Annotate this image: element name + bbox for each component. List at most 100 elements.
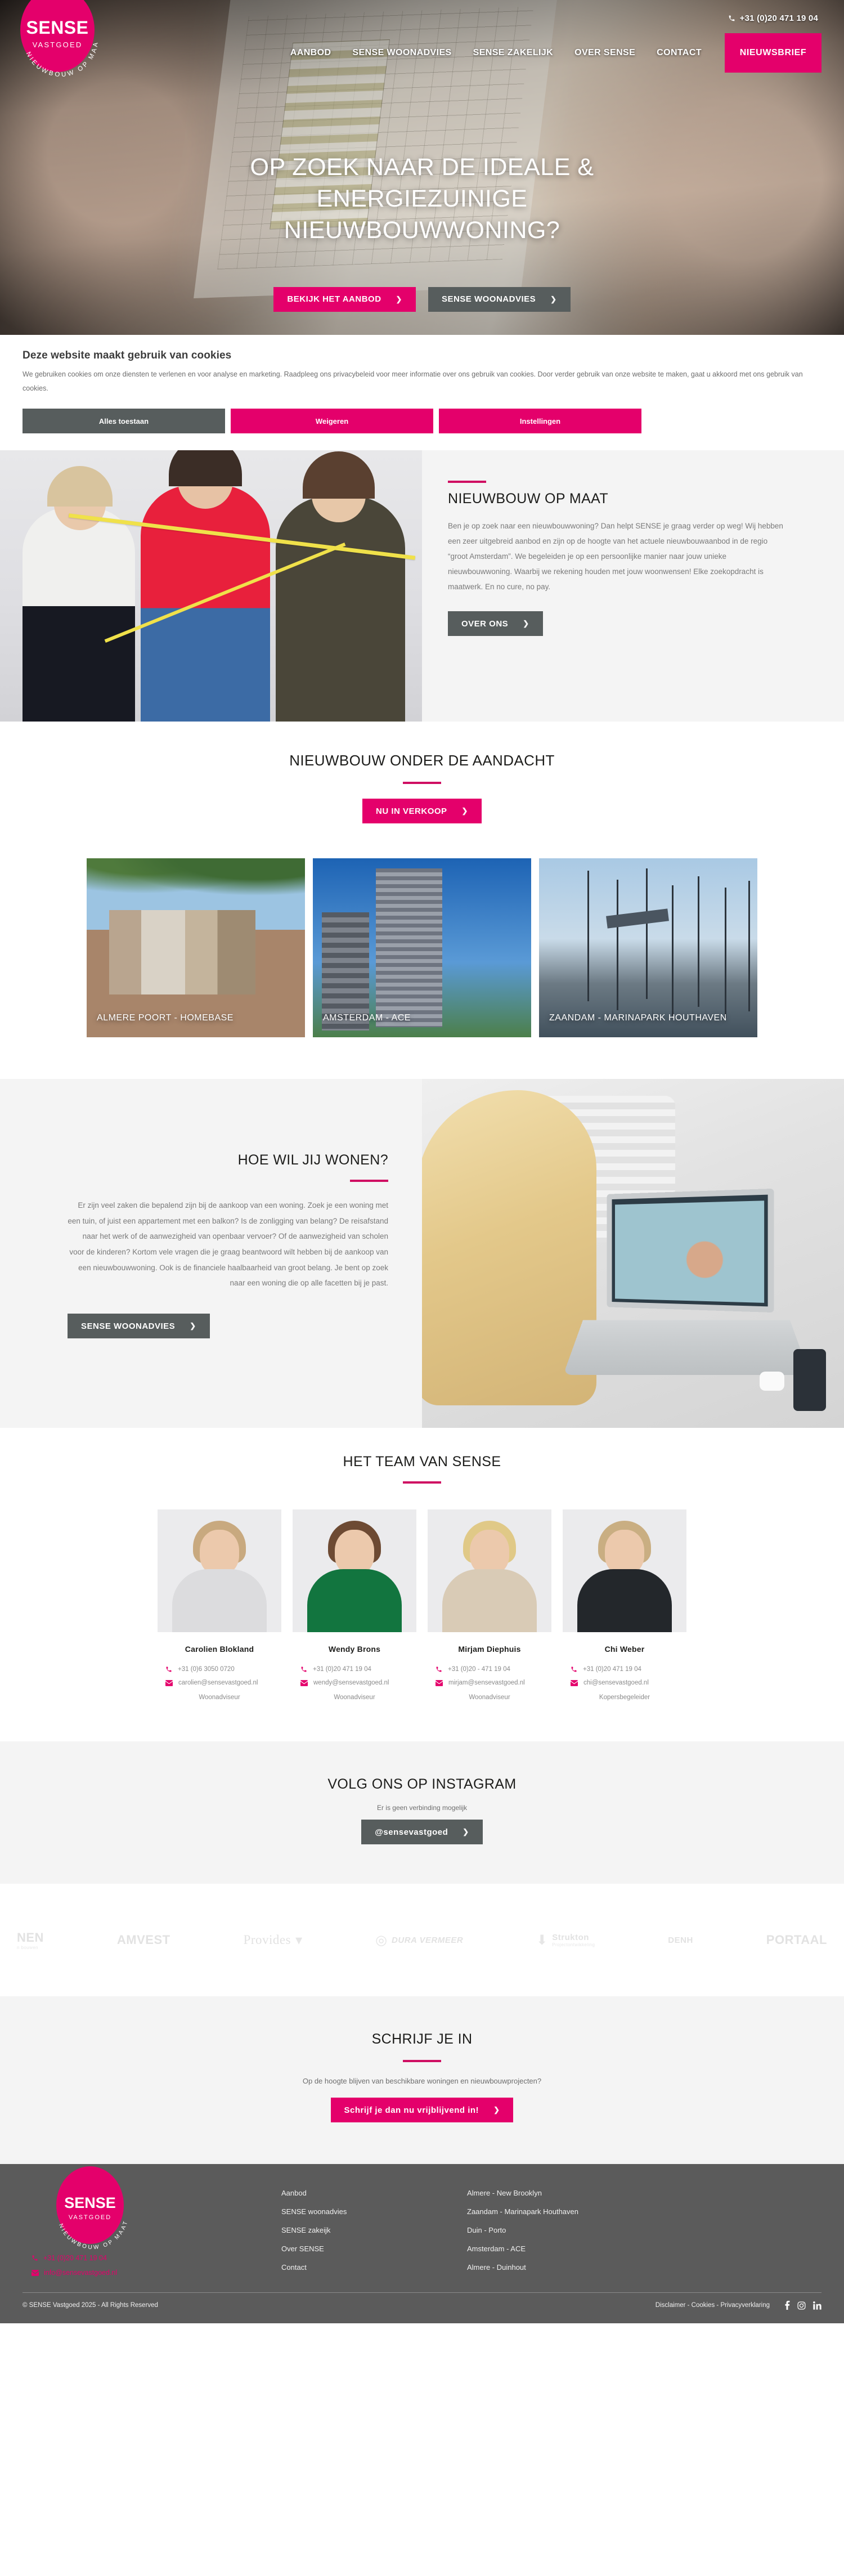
nu-in-verkoop-button[interactable]: NU IN VERKOOP ❯ xyxy=(362,799,482,823)
team-member-email-text: wendy@sensevastgoed.nl xyxy=(313,1679,389,1686)
footer-link-sense-zakelijk[interactable]: SENSE zakeijk xyxy=(281,2226,467,2234)
team-member-role: Woonadviseur xyxy=(469,1694,510,1701)
footer-legal: Disclaimer - Cookies - Privacyverklaring xyxy=(656,2301,821,2310)
footer-link-over-sense[interactable]: Over SENSE xyxy=(281,2245,467,2253)
wonen-woonadvies-button[interactable]: SENSE WOONADVIES ❯ xyxy=(68,1314,210,1339)
team-member-phone[interactable]: +31 (0)20 - 471 19 04 xyxy=(428,1666,551,1673)
linkedin-icon[interactable] xyxy=(813,2301,821,2310)
about-photo xyxy=(0,450,422,722)
team-member-phone[interactable]: +31 (0)20 471 19 04 xyxy=(563,1666,686,1673)
partner-logo-nen: NEN n bouwen xyxy=(17,1930,44,1950)
cookie-actions: Alles toestaan Weigeren Instellingen xyxy=(23,409,821,433)
footer-bottom-bar: © SENSE Vastgoed 2025 - All Rights Reser… xyxy=(0,2293,844,2323)
hero-bekijk-aanbod-button[interactable]: BEKIJK HET AANBOD ❯ xyxy=(273,286,416,312)
nav-item-over-sense[interactable]: OVER SENSE xyxy=(564,48,646,58)
team-member-phone[interactable]: +31 (0)6 3050 0720 xyxy=(158,1666,281,1673)
footer-project-duin-porto[interactable]: Duin - Porto xyxy=(467,2226,653,2234)
accent-rule xyxy=(403,1481,441,1484)
newsletter-button[interactable]: NIEUWSBRIEF xyxy=(725,33,821,73)
team-member-email[interactable]: wendy@sensevastgoed.nl xyxy=(293,1679,416,1686)
footer-project-amsterdam-ace[interactable]: Amsterdam - ACE xyxy=(467,2245,653,2253)
about-section: NIEUWBOUW OP MAAT Ben je op zoek naar ee… xyxy=(0,450,844,722)
partner-logo-strukton: ⬇ Strukton Projectontwikkeling xyxy=(536,1932,595,1948)
phone-icon xyxy=(300,1666,307,1673)
team-grid: Carolien Blokland +31 (0)6 3050 0720 car… xyxy=(0,1509,844,1701)
hero-woonadvies-button[interactable]: SENSE WOONADVIES ❯ xyxy=(428,286,571,312)
partner-name: DENH xyxy=(668,1935,693,1945)
about-person-2 xyxy=(141,450,270,722)
hero-title-line-3: NIEUWBOUWWONING? xyxy=(284,216,560,244)
team-member-role: Woonadviseur xyxy=(334,1694,375,1701)
partner-name: Provides xyxy=(243,1933,291,1947)
about-text: NIEUWBOUW OP MAAT Ben je op zoek naar ee… xyxy=(422,450,844,722)
team-member-phone[interactable]: +31 (0)20 471 19 04 xyxy=(293,1666,416,1673)
footer-copyright: © SENSE Vastgoed 2025 - All Rights Reser… xyxy=(23,2302,158,2309)
smartphone xyxy=(793,1349,826,1411)
instagram-handle-button[interactable]: @sensevastgoed ❯ xyxy=(361,1820,483,1844)
chevron-right-icon: ❯ xyxy=(493,2105,500,2114)
about-over-ons-button[interactable]: OVER ONS ❯ xyxy=(448,611,543,636)
instagram-icon[interactable] xyxy=(797,2301,806,2310)
partner-tagline: Projectontwikkeling xyxy=(552,1942,595,1947)
header-phone-link[interactable]: +31 (0)20 471 19 04 xyxy=(728,14,818,23)
chevron-right-icon: ❯ xyxy=(550,294,557,303)
cookie-settings-button[interactable]: Instellingen xyxy=(439,409,641,433)
avatar-head xyxy=(335,1530,374,1575)
team-member-email[interactable]: mirjam@sensevastgoed.nl xyxy=(428,1679,551,1686)
wave-icon: ◎ xyxy=(375,1932,388,1948)
cookie-description: We gebruiken cookies om onze diensten te… xyxy=(23,370,803,393)
project-card-zaandam-marinapark[interactable]: ZAANDAM - MARINAPARK HOUTHAVEN xyxy=(539,858,757,1037)
svg-text:NIEUWBOUW OP MAAT: NIEUWBOUW OP MAAT xyxy=(17,0,100,78)
wonen-button-label: SENSE WOONADVIES xyxy=(81,1321,176,1331)
footer-project-almere-new-brooklyn[interactable]: Almere - New Brooklyn xyxy=(467,2189,653,2197)
project-card-amsterdam-ace[interactable]: AMSTERDAM - ACE xyxy=(313,858,531,1037)
partner-name: AMVEST xyxy=(116,1933,170,1947)
cookie-title: Deze website maakt gebruik van cookies xyxy=(23,349,232,361)
nav-item-aanbod[interactable]: AANBOD xyxy=(280,48,342,58)
nav-item-sense-woonadvies[interactable]: SENSE WOONADVIES xyxy=(342,48,462,58)
team-member-phone-text: +31 (0)20 - 471 19 04 xyxy=(448,1666,510,1673)
triangle-icon: ▾ xyxy=(295,1932,303,1948)
signup-button[interactable]: Schrijf je dan nu vrijblijvend in! ❯ xyxy=(330,2098,514,2122)
team-member-card: Chi Weber +31 (0)20 471 19 04 chi@sensev… xyxy=(563,1509,686,1701)
footer-links-column: Aanbod SENSE woonadvies SENSE zakeijk Ov… xyxy=(281,2181,467,2283)
footer-logo[interactable]: SENSE VASTGOED NIEUWBOUW OP MAAT xyxy=(56,2166,128,2251)
footer-link-aanbod[interactable]: Aanbod xyxy=(281,2189,467,2197)
project-image xyxy=(313,858,531,1037)
site-logo[interactable]: SENSE VASTGOED NIEUWBOUW OP MAAT xyxy=(17,0,97,78)
cookie-accept-all-button[interactable]: Alles toestaan xyxy=(23,409,225,433)
team-member-email[interactable]: chi@sensevastgoed.nl xyxy=(563,1679,686,1686)
footer-email[interactable]: info@sensevastgoed.nl xyxy=(32,2269,281,2277)
cookie-reject-button[interactable]: Weigeren xyxy=(231,409,433,433)
footer-phone[interactable]: +31 (0)20 471 19 04 xyxy=(32,2254,281,2262)
team-member-contact: +31 (0)20 471 19 04 chi@sensevastgoed.nl xyxy=(563,1666,686,1686)
main-navigation: AANBOD SENSE WOONADVIES SENSE ZAKELIJK O… xyxy=(0,33,844,73)
arrow-down-icon: ⬇ xyxy=(536,1932,548,1948)
about-person-1 xyxy=(23,466,135,722)
footer-contact: +31 (0)20 471 19 04 info@sensevastgoed.n… xyxy=(32,2254,281,2277)
about-person-3 xyxy=(276,451,405,722)
avatar xyxy=(158,1509,281,1632)
signup-title: SCHRIJF JE IN xyxy=(371,2031,473,2047)
hero-secondary-button-label: SENSE WOONADVIES xyxy=(441,294,536,304)
nav-item-sense-zakelijk[interactable]: SENSE ZAKELIJK xyxy=(463,48,564,58)
footer-email-text: info@sensevastgoed.nl xyxy=(44,2269,118,2277)
team-member-email[interactable]: carolien@sensevastgoed.nl xyxy=(158,1679,281,1686)
avatar-head xyxy=(470,1530,509,1575)
about-title: NIEUWBOUW OP MAAT xyxy=(448,491,609,507)
team-section: HET TEAM VAN SENSE Carolien Blokland +31… xyxy=(0,1428,844,1741)
signup-section: SCHRIJF JE IN Op de hoogte blijven van b… xyxy=(0,1996,844,2164)
footer-link-contact[interactable]: Contact xyxy=(281,2263,467,2272)
nav-item-contact[interactable]: CONTACT xyxy=(646,48,712,58)
facebook-icon[interactable] xyxy=(784,2301,790,2310)
project-card-almere-poort[interactable]: ALMERE POORT - HOMEBASE xyxy=(87,858,305,1037)
team-member-email-text: mirjam@sensevastgoed.nl xyxy=(448,1679,525,1686)
footer-project-zaandam-marinapark[interactable]: Zaandam - Marinapark Houthaven xyxy=(467,2207,653,2216)
footer-columns: SENSE VASTGOED NIEUWBOUW OP MAAT +31 (0)… xyxy=(0,2166,844,2283)
team-member-email-text: chi@sensevastgoed.nl xyxy=(583,1679,649,1686)
footer-legal-links[interactable]: Disclaimer - Cookies - Privacyverklaring xyxy=(656,2302,770,2309)
instagram-section: VOLG ONS OP INSTAGRAM Er is geen verbind… xyxy=(0,1741,844,1884)
partner-logo-provides: Provides ▾ xyxy=(244,1932,303,1948)
footer-link-sense-woonadvies[interactable]: SENSE woonadvies xyxy=(281,2207,467,2216)
footer-project-almere-duinhout[interactable]: Almere - Duinhout xyxy=(467,2263,653,2272)
